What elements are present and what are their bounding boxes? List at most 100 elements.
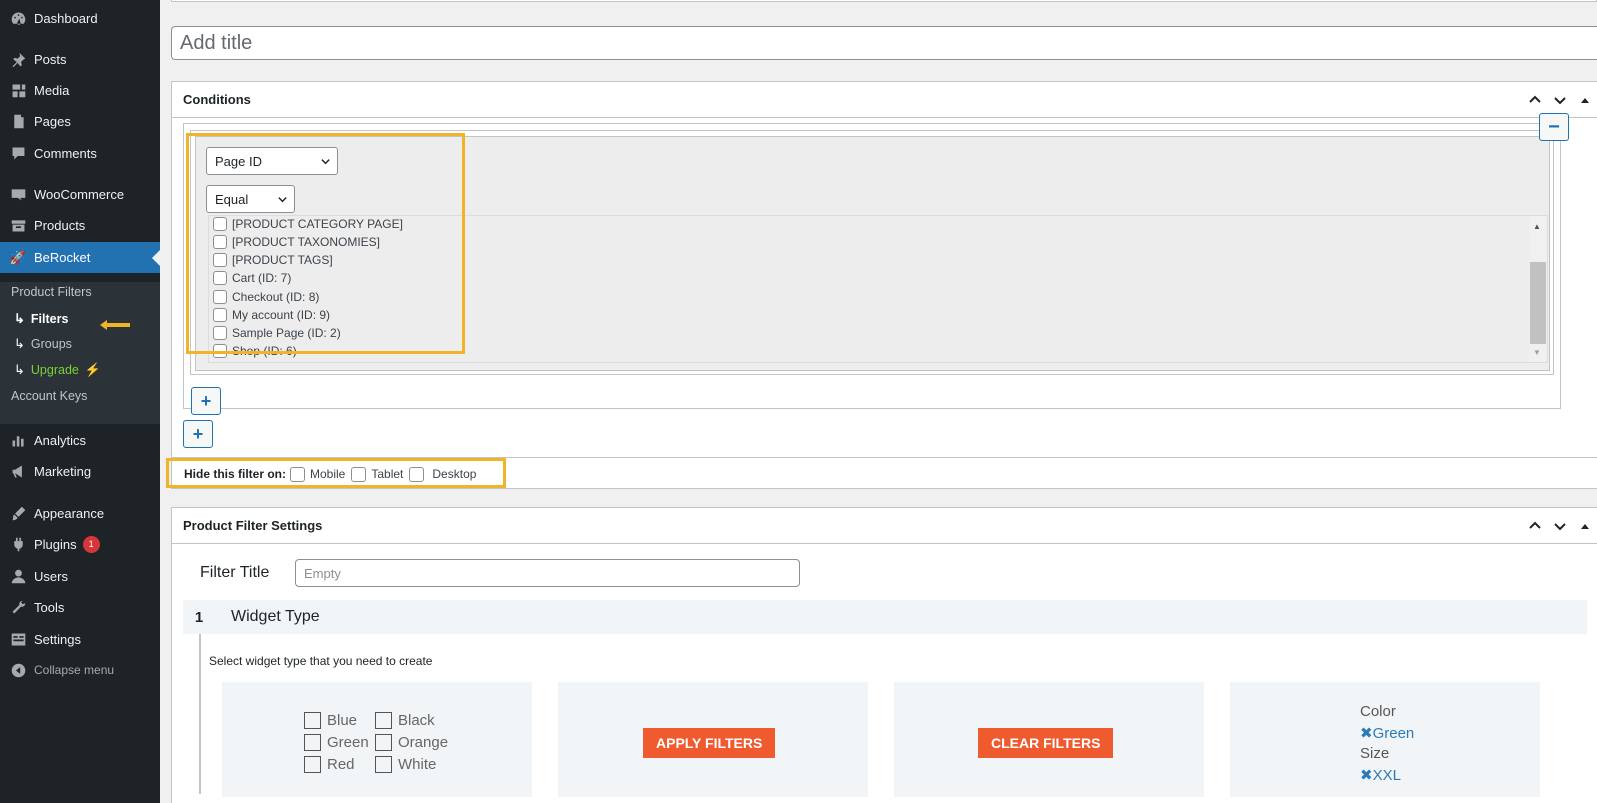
condition-container: Page ID Equal [PRODUCT CATEGORY PAGE] [P… bbox=[190, 130, 1554, 415]
toggle-panel-button[interactable] bbox=[1572, 508, 1597, 544]
rocket-icon: 🚀 bbox=[9, 249, 27, 265]
menu-dashboard[interactable]: Dashboard bbox=[0, 3, 160, 33]
checkbox[interactable] bbox=[213, 217, 227, 231]
checkbox[interactable] bbox=[351, 466, 367, 482]
brush-icon bbox=[8, 503, 28, 523]
menu-label: WooCommerce bbox=[34, 186, 125, 202]
menu-posts[interactable]: Posts bbox=[0, 44, 160, 74]
pin-icon bbox=[8, 49, 28, 69]
scroll-up-icon[interactable]: ▲ bbox=[1533, 222, 1541, 231]
bolt-icon: ⚡ bbox=[84, 362, 102, 377]
widget-type-clear-card[interactable]: CLEAR FILTERS bbox=[894, 682, 1204, 797]
berocket-submenu: Product Filters ↳ Filters ↳ Groups ↳ Upg… bbox=[0, 282, 160, 424]
checkbox[interactable] bbox=[213, 271, 227, 285]
sub-arrow-icon: ↳ bbox=[14, 311, 25, 326]
submenu-account-keys[interactable]: Account Keys bbox=[11, 389, 87, 403]
checkbox[interactable] bbox=[290, 466, 305, 482]
submenu-filters[interactable]: ↳ Filters bbox=[14, 311, 68, 327]
checkbox[interactable] bbox=[213, 253, 227, 267]
sub-arrow-icon: ↳ bbox=[14, 336, 25, 351]
hide-mobile-option[interactable]: Mobile bbox=[290, 466, 345, 482]
menu-plugins[interactable]: Plugins 1 bbox=[0, 529, 160, 559]
checkbox[interactable] bbox=[213, 308, 227, 322]
post-title-input[interactable] bbox=[171, 26, 1597, 60]
menu-label: Tools bbox=[34, 599, 65, 615]
woocommerce-icon bbox=[8, 184, 28, 204]
operator-select[interactable]: Equal bbox=[206, 185, 295, 213]
checkbox[interactable] bbox=[213, 290, 227, 304]
submenu-product-filters[interactable]: Product Filters bbox=[11, 285, 92, 299]
menu-label: Posts bbox=[34, 51, 67, 67]
filter-title-input[interactable] bbox=[295, 559, 800, 587]
submenu-upgrade[interactable]: ↳ Upgrade ⚡ bbox=[14, 362, 101, 378]
menu-label: BeRocket bbox=[34, 250, 91, 265]
page-option[interactable]: Cart (ID: 7) bbox=[213, 271, 291, 285]
menu-pages[interactable]: Pages bbox=[0, 106, 160, 136]
triangle-up-icon bbox=[1580, 524, 1589, 529]
checkbox[interactable] bbox=[213, 235, 227, 249]
checkbox[interactable] bbox=[213, 344, 227, 358]
widget-type-selected-card[interactable]: Color ✖Green Size ✖XXL bbox=[1230, 682, 1540, 797]
page-checkbox-list[interactable]: [PRODUCT CATEGORY PAGE] [PRODUCT TAXONOM… bbox=[208, 215, 1548, 363]
move-up-button[interactable] bbox=[1522, 508, 1547, 544]
selected-size-label: Size bbox=[1360, 745, 1390, 762]
menu-media[interactable]: Media bbox=[0, 75, 160, 105]
triangle-up-icon bbox=[1580, 98, 1589, 103]
page-option[interactable]: My account (ID: 9) bbox=[213, 308, 330, 322]
card-option: Red bbox=[304, 756, 355, 773]
page-option[interactable]: Checkout (ID: 8) bbox=[213, 290, 319, 304]
checkbox[interactable] bbox=[409, 466, 425, 482]
widget-type-section-header[interactable]: 1 Widget Type bbox=[183, 600, 1587, 634]
menu-appearance[interactable]: Appearance bbox=[0, 498, 160, 528]
product-filter-settings-box: Product Filter Settings Filter Title 1 W… bbox=[171, 507, 1597, 803]
filter-settings-header[interactable]: Product Filter Settings bbox=[172, 508, 1597, 544]
menu-settings[interactable]: Settings bbox=[0, 624, 160, 654]
scroll-thumb[interactable] bbox=[1530, 262, 1546, 344]
conditions-header[interactable]: Conditions bbox=[172, 82, 1597, 118]
submenu-groups[interactable]: ↳ Groups bbox=[14, 336, 72, 352]
page-option[interactable]: [PRODUCT TAXONOMIES] bbox=[213, 235, 380, 249]
menu-products[interactable]: Products bbox=[0, 210, 160, 240]
plugins-update-badge: 1 bbox=[82, 535, 100, 553]
menu-marketing[interactable]: Marketing bbox=[0, 456, 160, 486]
menu-woocommerce[interactable]: WooCommerce bbox=[0, 179, 160, 209]
selected-color-chip: ✖Green bbox=[1360, 725, 1415, 742]
menu-berocket[interactable]: 🚀 BeRocket bbox=[0, 242, 160, 273]
card-option: Blue bbox=[304, 712, 357, 729]
condition-type-select[interactable]: Page ID bbox=[206, 147, 338, 175]
card-option: Green bbox=[304, 734, 369, 751]
menu-comments[interactable]: Comments bbox=[0, 138, 160, 168]
hide-desktop-option[interactable]: Desktop bbox=[409, 466, 476, 482]
checkbox-sample bbox=[304, 734, 321, 751]
widget-type-checkbox-card[interactable]: Blue Green Red Black Orange White bbox=[222, 682, 532, 797]
analytics-icon bbox=[8, 430, 28, 450]
menu-tools[interactable]: Tools bbox=[0, 592, 160, 622]
checkbox[interactable] bbox=[213, 326, 227, 340]
selected-size-chip: ✖XXL bbox=[1360, 767, 1401, 784]
page-option[interactable]: Sample Page (ID: 2) bbox=[213, 326, 341, 340]
scroll-down-icon[interactable]: ▼ bbox=[1533, 348, 1541, 357]
widget-type-apply-card[interactable]: APPLY FILTERS bbox=[558, 682, 868, 797]
products-icon bbox=[8, 215, 28, 235]
menu-label: Settings bbox=[34, 631, 81, 647]
card-option: Orange bbox=[375, 734, 448, 751]
list-scrollbar[interactable]: ▲ ▼ bbox=[1529, 216, 1547, 362]
remove-condition-button[interactable]: − bbox=[1539, 113, 1569, 141]
add-condition-button[interactable]: + bbox=[191, 387, 221, 415]
menu-analytics[interactable]: Analytics bbox=[0, 425, 160, 455]
chevron-down-icon bbox=[321, 159, 330, 165]
hide-filter-row: Hide this filter on: Mobile Tablet Deskt… bbox=[172, 457, 1597, 490]
hide-tablet-option[interactable]: Tablet bbox=[351, 466, 403, 482]
menu-label: Marketing bbox=[34, 463, 92, 479]
user-icon bbox=[8, 566, 28, 586]
box-controls bbox=[1522, 508, 1597, 544]
add-condition-group-button[interactable]: + bbox=[183, 420, 213, 448]
toggle-panel-button[interactable] bbox=[1572, 82, 1597, 118]
menu-users[interactable]: Users bbox=[0, 561, 160, 591]
page-option[interactable]: [PRODUCT TAGS] bbox=[213, 253, 333, 267]
page-option[interactable]: [PRODUCT CATEGORY PAGE] bbox=[213, 217, 403, 231]
page-option[interactable]: Shop (ID: 6) bbox=[213, 344, 297, 358]
dashboard-icon bbox=[8, 8, 28, 28]
collapse-menu-button[interactable]: Collapse menu bbox=[0, 655, 160, 685]
move-down-button[interactable] bbox=[1547, 508, 1572, 544]
